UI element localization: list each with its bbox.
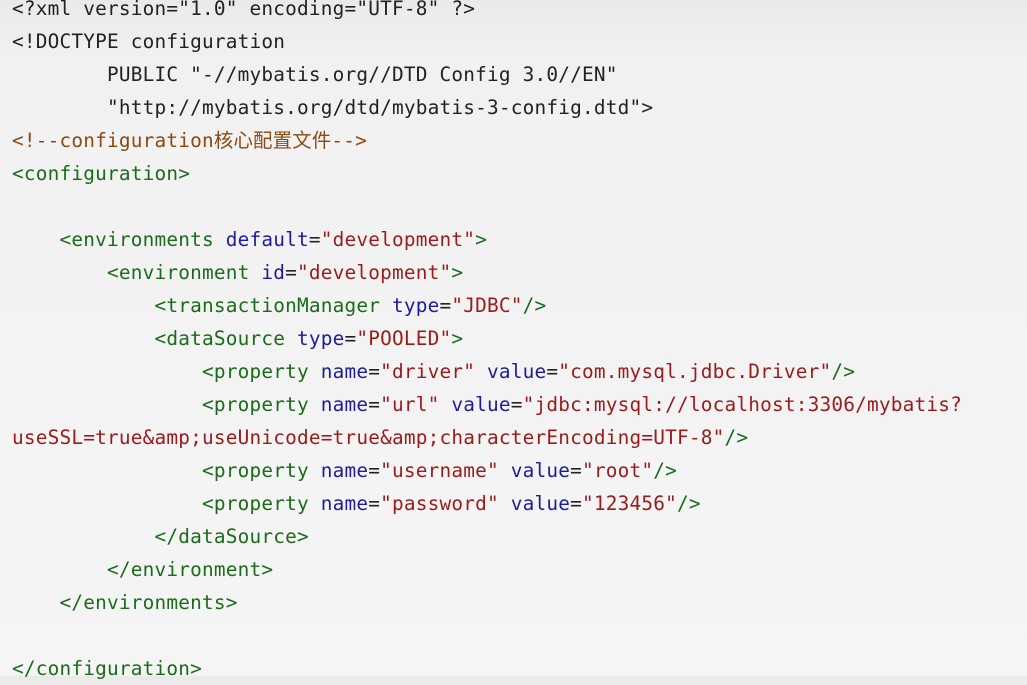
code-token: useSSL=true&amp;useUnicode=true&amp;char… (12, 426, 725, 449)
code-token: = (368, 360, 381, 383)
code-token: "POOLED" (356, 327, 452, 350)
code-token: = (285, 261, 297, 284)
code-line: <!--configuration核心配置文件--> (12, 124, 1027, 157)
code-line: <?xml version="1.0" encoding="UTF-8" ?> (12, 0, 1027, 25)
code-token: name (320, 459, 369, 482)
code-token: <transactionManager (12, 294, 392, 317)
code-token: "url" (380, 393, 440, 416)
xml-code-block: <?xml version="1.0" encoding="UTF-8" ?> <… (0, 0, 1027, 680)
code-token: </environment> (12, 558, 274, 581)
code-line: <property name="driver" value="com.mysql… (12, 355, 1027, 388)
code-line: <dataSource type="POOLED"> (12, 322, 1027, 355)
code-token: > (475, 228, 487, 251)
code-token: "development" (320, 228, 476, 251)
code-line: <property name="url" value="jdbc:mysql:/… (12, 388, 1027, 421)
code-token: <property (12, 393, 321, 416)
code-token: = (570, 459, 582, 482)
code-token: "JDBC" (451, 294, 523, 317)
code-token: > (451, 261, 464, 284)
code-token: PUBLIC "-//mybatis.org//DTD Config 3.0//… (12, 63, 618, 86)
code-line: useSSL=true&amp;useUnicode=true&amp;char… (12, 421, 1027, 454)
code-token: > (451, 327, 464, 350)
code-token: <property (12, 459, 321, 482)
code-line: PUBLIC "-//mybatis.org//DTD Config 3.0//… (12, 58, 1027, 91)
code-token: = (368, 459, 381, 482)
code-line: <environment id="development"> (12, 256, 1027, 289)
code-token: name (320, 492, 369, 515)
code-token: = (368, 492, 381, 515)
code-line: </configuration> (12, 652, 1027, 685)
code-token: <environments (12, 228, 226, 251)
code-token: /> (653, 459, 677, 482)
code-line: <configuration> (12, 157, 1027, 190)
code-token: = (439, 294, 452, 317)
code-token: = (546, 360, 559, 383)
code-token: "root" (581, 459, 654, 482)
code-token: /> (522, 294, 547, 317)
code-token: = (570, 492, 582, 515)
code-token: /> (676, 492, 701, 515)
code-token: <!--configuration核心配置文件--> (12, 129, 368, 152)
code-token: "123456" (581, 492, 677, 515)
code-line: "http://mybatis.org/dtd/mybatis-3-config… (12, 91, 1027, 124)
code-token: value (486, 360, 547, 383)
code-token: "password" (380, 492, 499, 515)
code-token: </dataSource> (12, 525, 309, 548)
code-token: default (225, 228, 309, 251)
code-token: <property (12, 492, 321, 515)
code-token: "driver" (380, 360, 476, 383)
code-token: /> (724, 426, 749, 449)
code-token: <configuration> (12, 162, 191, 185)
code-token: /> (831, 360, 856, 383)
code-token: "com.mysql.jdbc.Driver" (558, 360, 832, 383)
code-token: <environment (12, 261, 262, 284)
code-token: type (296, 327, 345, 350)
code-line: <!DOCTYPE configuration (12, 25, 1027, 58)
code-token: name (320, 360, 369, 383)
code-token: <!DOCTYPE configuration (12, 30, 286, 53)
code-token: <?xml version="1.0" encoding="UTF-8" ?> (12, 0, 476, 20)
code-token: "jdbc:mysql://localhost:3306/mybatis? (522, 393, 962, 416)
code-token: name (320, 393, 369, 416)
code-token: type (391, 294, 440, 317)
code-token: value (451, 393, 511, 416)
code-line: </dataSource> (12, 520, 1027, 553)
code-token: = (368, 393, 381, 416)
code-token: </environments> (12, 591, 238, 614)
code-token: "username" (380, 459, 499, 482)
code-token: <property (12, 360, 321, 383)
code-line: </environments> (12, 586, 1027, 619)
code-token: = (308, 228, 321, 251)
code-line: <environments default="development"> (12, 223, 1027, 256)
code-line: <property name="password" value="123456"… (12, 487, 1027, 520)
code-token: value (510, 492, 571, 515)
code-token: = (510, 393, 523, 416)
code-token: = (344, 327, 357, 350)
code-token: "development" (296, 261, 452, 284)
code-token: id (261, 261, 286, 284)
code-line: <transactionManager type="JDBC"/> (12, 289, 1027, 322)
code-line: </environment> (12, 553, 1027, 586)
code-token: value (510, 459, 571, 482)
code-token: </configuration> (12, 657, 202, 680)
code-token: <dataSource (12, 327, 297, 350)
code-token: "http://mybatis.org/dtd/mybatis-3-config… (12, 96, 654, 119)
code-line: <property name="username" value="root"/> (12, 454, 1027, 487)
